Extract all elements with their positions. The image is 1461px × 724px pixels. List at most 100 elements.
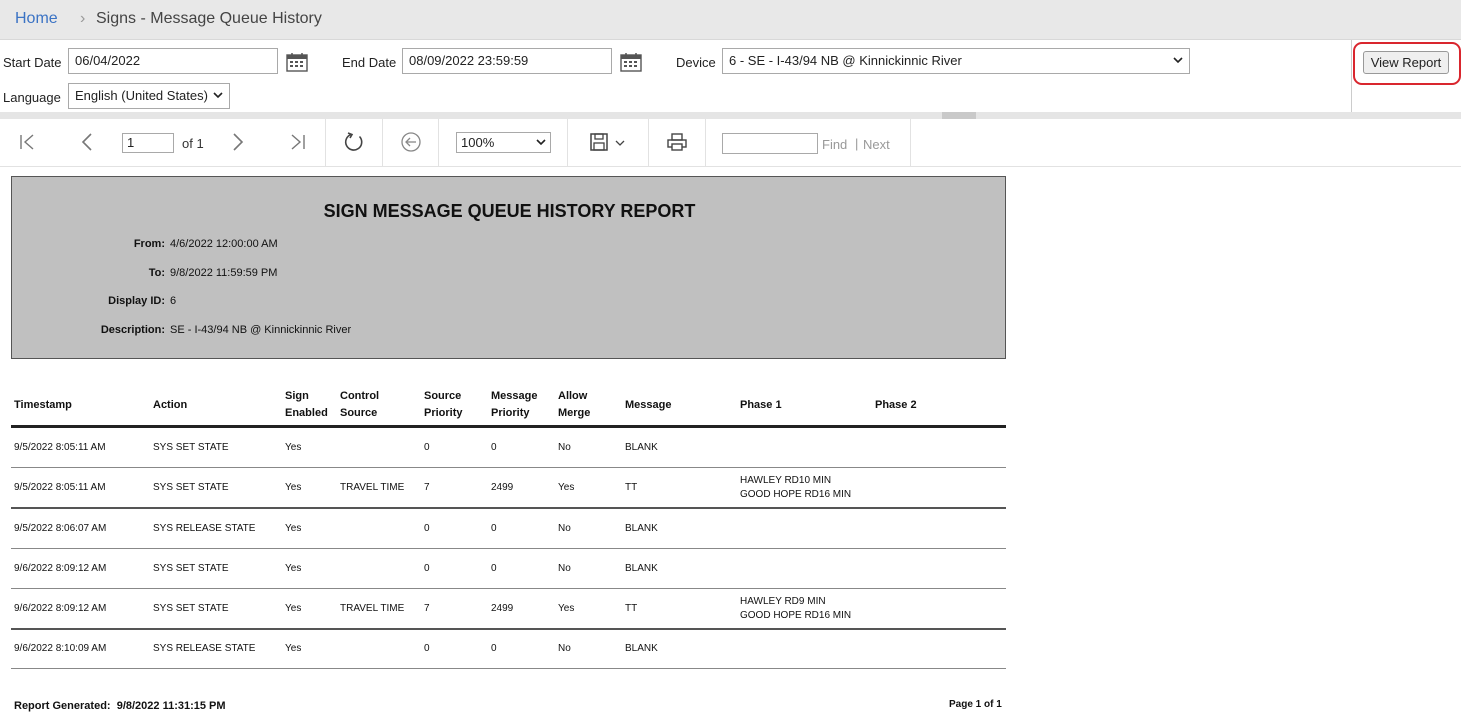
breadcrumb: Home › Signs - Message Queue History [0,0,1461,40]
parameter-splitter[interactable] [0,112,1461,119]
chevron-down-icon [536,139,546,146]
column-header: Sign Enabled [285,390,328,419]
from-value: 4/6/2022 12:00:00 AM [170,238,278,250]
toolbar-separator [705,119,706,167]
toolbar-separator [567,119,568,167]
calendar-icon[interactable] [286,52,308,72]
find-separator: | [855,136,859,151]
table-cell: Yes [285,482,302,494]
print-icon[interactable] [666,131,688,153]
page-number-input[interactable]: 1 [122,133,174,153]
calendar-icon[interactable] [620,52,642,72]
table-cell: No [558,522,571,534]
display-id-label: Display ID: [108,295,165,307]
table-cell: Yes [558,602,575,614]
table-cell: 9/5/2022 8:05:11 AM [14,442,106,454]
toolbar-separator [382,119,383,167]
report-generated-label: Report Generated: [14,700,111,712]
column-header: Message Priority [491,390,538,419]
view-report-divider [1351,40,1352,112]
start-date-input[interactable]: 06/04/2022 [68,48,278,74]
find-input[interactable] [722,133,818,154]
header-rule [11,425,1006,428]
table-cell: Yes [285,442,302,454]
chevron-down-icon [1173,57,1183,64]
table-cell: BLANK [625,442,658,454]
chevron-down-icon [213,92,223,99]
table-cell: BLANK [625,643,658,655]
table-cell: SYS SET STATE [153,482,229,494]
save-icon[interactable] [588,131,610,153]
column-header: Allow Merge [558,390,591,419]
find-next-link[interactable]: Next [863,137,890,152]
parameter-panel: Start Date 06/04/2022 End Date 08/09/202… [0,40,1461,112]
table-cell: SYS RELEASE STATE [153,643,256,655]
column-header: Source Priority [424,390,463,419]
table-cell: SYS SET STATE [153,562,229,574]
description-label: Description: [100,324,165,336]
chevron-down-icon[interactable] [614,137,626,149]
zoom-select[interactable]: 100% [456,132,551,153]
back-icon[interactable] [400,131,422,153]
table-cell: HAWLEY RD10 MIN GOOD HOPE RD16 MIN [740,475,852,501]
table-cell: TRAVEL TIME [340,482,405,494]
next-page-icon[interactable] [227,131,249,153]
display-id-value: 6 [170,295,177,307]
breadcrumb-separator: › [80,10,86,27]
table-cell: Yes [558,482,575,494]
table-cell: 0 [491,522,497,534]
device-label: Device [676,55,716,70]
row-divider [11,467,1006,469]
table-cell: 9/5/2022 8:05:11 AM [14,482,106,494]
page-footer: Page 1 of 1 [949,699,1002,710]
column-header: Message [625,399,672,411]
table-cell: SYS RELEASE STATE [153,522,256,534]
table-cell: 9/6/2022 8:10:09 AM [14,643,107,655]
table-cell: No [558,562,571,574]
table-cell: 7 [424,482,430,494]
to-value: 9/8/2022 11:59:59 PM [170,267,278,279]
collapse-handle[interactable] [942,112,976,119]
table-cell: Yes [285,643,302,655]
device-select[interactable]: 6 - SE - I-43/94 NB @ Kinnickinnic River [722,48,1190,74]
language-select[interactable]: English (United States) [68,83,230,109]
row-divider [11,628,1006,630]
first-page-icon[interactable] [17,131,39,153]
refresh-icon[interactable] [343,131,365,153]
start-date-label: Start Date [3,55,62,70]
to-label: To: [148,267,165,279]
end-date-input[interactable]: 08/09/2022 23:59:59 [402,48,612,74]
home-link[interactable]: Home [15,10,58,28]
table-cell: TT [625,482,638,494]
table-cell: 0 [424,522,430,534]
report-toolbar: 1 of 1 100% Find | Next [0,119,1461,167]
page-title: Signs - Message Queue History [96,10,322,27]
from-label: From: [133,238,165,250]
row-divider [11,547,1006,549]
report-title: SIGN MESSAGE QUEUE HISTORY REPORT [323,201,696,221]
table-cell: TT [625,602,638,614]
row-divider [11,587,1006,589]
table-cell: 0 [491,643,497,655]
table-cell: 0 [424,643,430,655]
table-cell: Yes [285,522,302,534]
table-cell: Yes [285,562,302,574]
toolbar-separator [438,119,439,167]
toolbar-separator [648,119,649,167]
table-cell: TRAVEL TIME [340,602,405,614]
table-cell: No [558,643,571,655]
table-cell: BLANK [625,562,658,574]
last-page-icon[interactable] [286,131,308,153]
find-link[interactable]: Find [822,137,847,152]
table-cell: SYS SET STATE [153,602,229,614]
language-label: Language [3,90,61,105]
table-cell: BLANK [625,522,658,534]
column-header: Control Source [340,390,380,419]
page-count-text: of 1 [182,136,204,151]
previous-page-icon[interactable] [76,131,98,153]
toolbar-separator [910,119,911,167]
table-cell: No [558,442,571,454]
row-divider [11,668,1006,670]
table-cell: 9/6/2022 8:09:12 AM [14,562,107,574]
table-cell: 2499 [491,602,514,614]
